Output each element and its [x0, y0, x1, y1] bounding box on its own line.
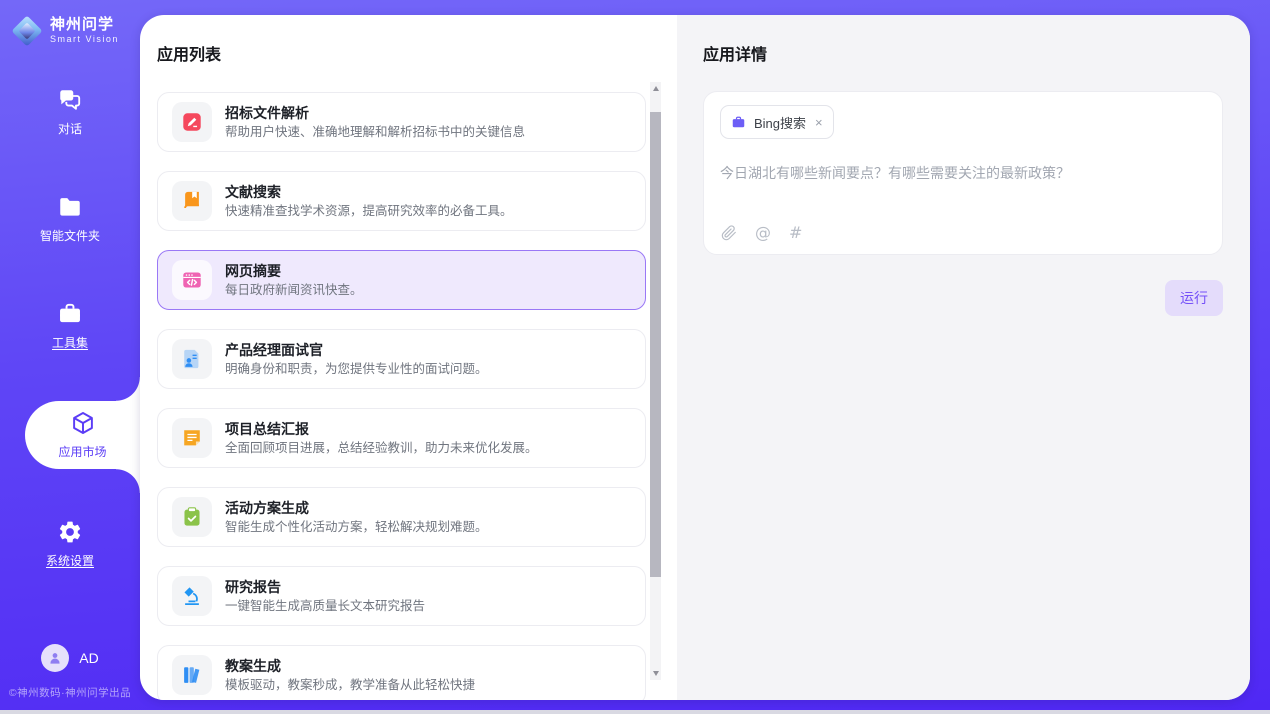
run-button[interactable]: 运行 — [1165, 280, 1223, 316]
app-card-description: 每日政府新闻资讯快查。 — [225, 284, 363, 297]
user-name: AD — [79, 650, 98, 666]
sidebar-nav: 对话 智能文件夹 工具集 应用市场 系统设置 — [0, 80, 140, 576]
brand-logo: 神州问学 Smart Vision — [0, 0, 140, 46]
interviewer-icon — [181, 348, 203, 370]
cube-icon — [70, 410, 96, 436]
app-card-title: 活动方案生成 — [225, 501, 488, 515]
app-list-title: 应用列表 — [157, 41, 677, 65]
brand-subtitle: Smart Vision — [50, 35, 119, 45]
tag-close-icon[interactable]: × — [815, 116, 823, 129]
run-row: 运行 — [703, 280, 1223, 316]
app-cards: 招标文件解析 帮助用户快速、准确地理解和解析招标书中的关键信息 文献搜索 快速精… — [157, 92, 677, 700]
webpage-code-icon — [181, 269, 203, 291]
scrollbar-down-arrow[interactable] — [650, 667, 661, 680]
brand-name: 神州问学 — [50, 17, 119, 34]
sidebar: 神州问学 Smart Vision 对话 智能文件夹 工具集 应用市场 系统设置… — [0, 0, 140, 710]
app-card-lesson-plan[interactable]: 教案生成 模板驱动，教案秒成，教学准备从此轻松快捷 — [157, 645, 646, 700]
composer-toolbar: @ # — [721, 225, 802, 241]
hashtag-icon[interactable]: # — [789, 225, 802, 241]
microscope-icon — [181, 585, 203, 607]
app-card-title: 网页摘要 — [225, 264, 363, 278]
app-card-description: 模板驱动，教案秒成，教学准备从此轻松快捷 — [225, 679, 475, 692]
user-row[interactable]: AD — [0, 644, 140, 672]
app-list-panel: 应用列表 招标文件解析 帮助用户快速、准确地理解和解析招标书中的关键信息 文献搜… — [140, 15, 677, 700]
app-card-title: 教案生成 — [225, 659, 475, 673]
app-card-research-report[interactable]: 研究报告 一键智能生成高质量长文本研究报告 — [157, 566, 646, 626]
user-avatar-icon[interactable] — [41, 644, 69, 672]
app-card-description: 明确身份和职责，为您提供专业性的面试问题。 — [225, 363, 488, 376]
sidebar-item-chat[interactable]: 对话 — [0, 80, 140, 144]
gear-icon — [57, 519, 83, 545]
app-card-title: 产品经理面试官 — [225, 343, 488, 357]
app-card-bid-parse[interactable]: 招标文件解析 帮助用户快速、准确地理解和解析招标书中的关键信息 — [157, 92, 646, 152]
main-content: 应用列表 招标文件解析 帮助用户快速、准确地理解和解析招标书中的关键信息 文献搜… — [140, 15, 1250, 700]
app-card-event-plan[interactable]: 活动方案生成 智能生成个性化活动方案，轻松解决规划难题。 — [157, 487, 646, 547]
app-list-scrollbar[interactable] — [650, 82, 661, 680]
briefcase-icon — [731, 115, 746, 130]
prompt-text[interactable]: 今日湖北有哪些新闻要点？有哪些需要关注的最新政策？ — [720, 163, 1206, 183]
app-card-title: 文献搜索 — [225, 185, 513, 199]
app-card-description: 全面回顾项目进展，总结经验教训，助力未来优化发展。 — [225, 442, 538, 455]
scrollbar-thumb[interactable] — [650, 112, 661, 577]
prompt-composer[interactable]: Bing搜索 × 今日湖北有哪些新闻要点？有哪些需要关注的最新政策？ @ # — [703, 91, 1223, 255]
chat-icon — [57, 87, 83, 113]
app-card-pm-interviewer[interactable]: 产品经理面试官 明确身份和职责，为您提供专业性的面试问题。 — [157, 329, 646, 389]
toolbox-icon — [57, 301, 83, 327]
clipboard-check-icon — [181, 506, 203, 528]
edit-document-icon — [181, 111, 203, 133]
tool-tag-label: Bing搜索 — [754, 113, 806, 132]
app-card-title: 项目总结汇报 — [225, 422, 538, 436]
sidebar-item-market[interactable]: 应用市场 — [25, 401, 140, 469]
sidebar-item-settings[interactable]: 系统设置 — [0, 512, 140, 576]
app-card-title: 研究报告 — [225, 580, 425, 594]
app-card-literature-search[interactable]: 文献搜索 快速精准查找学术资源，提高研究效率的必备工具。 — [157, 171, 646, 231]
app-card-description: 帮助用户快速、准确地理解和解析招标书中的关键信息 — [225, 126, 525, 139]
sidebar-item-toolbox[interactable]: 工具集 — [0, 294, 140, 358]
app-card-title: 招标文件解析 — [225, 106, 525, 120]
app-card-project-summary[interactable]: 项目总结汇报 全面回顾项目进展，总结经验教训，助力未来优化发展。 — [157, 408, 646, 468]
paperclip-icon[interactable] — [721, 225, 737, 241]
app-card-web-summary[interactable]: 网页摘要 每日政府新闻资讯快查。 — [157, 250, 646, 310]
tool-tag-bing-search[interactable]: Bing搜索 × — [720, 105, 834, 139]
app-card-description: 智能生成个性化活动方案，轻松解决规划难题。 — [225, 521, 488, 534]
book-icon — [181, 190, 203, 212]
sidebar-item-folder[interactable]: 智能文件夹 — [0, 187, 140, 251]
books-icon — [181, 664, 203, 686]
app-card-description: 一键智能生成高质量长文本研究报告 — [225, 600, 425, 613]
diamond-logo-icon — [12, 16, 42, 46]
mention-icon[interactable]: @ — [755, 225, 771, 241]
sidebar-footer: ©神州数码·神州问学出品 — [0, 685, 140, 700]
app-detail-panel: 应用详情 Bing搜索 × 今日湖北有哪些新闻要点？有哪些需要关注的最新政策？ … — [677, 15, 1250, 700]
scrollbar-up-arrow[interactable] — [650, 82, 661, 95]
folder-icon — [57, 194, 83, 220]
app-window: 神州问学 Smart Vision 对话 智能文件夹 工具集 应用市场 系统设置… — [0, 0, 1270, 710]
app-detail-title: 应用详情 — [703, 41, 1223, 65]
app-card-description: 快速精准查找学术资源，提高研究效率的必备工具。 — [225, 205, 513, 218]
sticky-note-icon — [181, 427, 203, 449]
